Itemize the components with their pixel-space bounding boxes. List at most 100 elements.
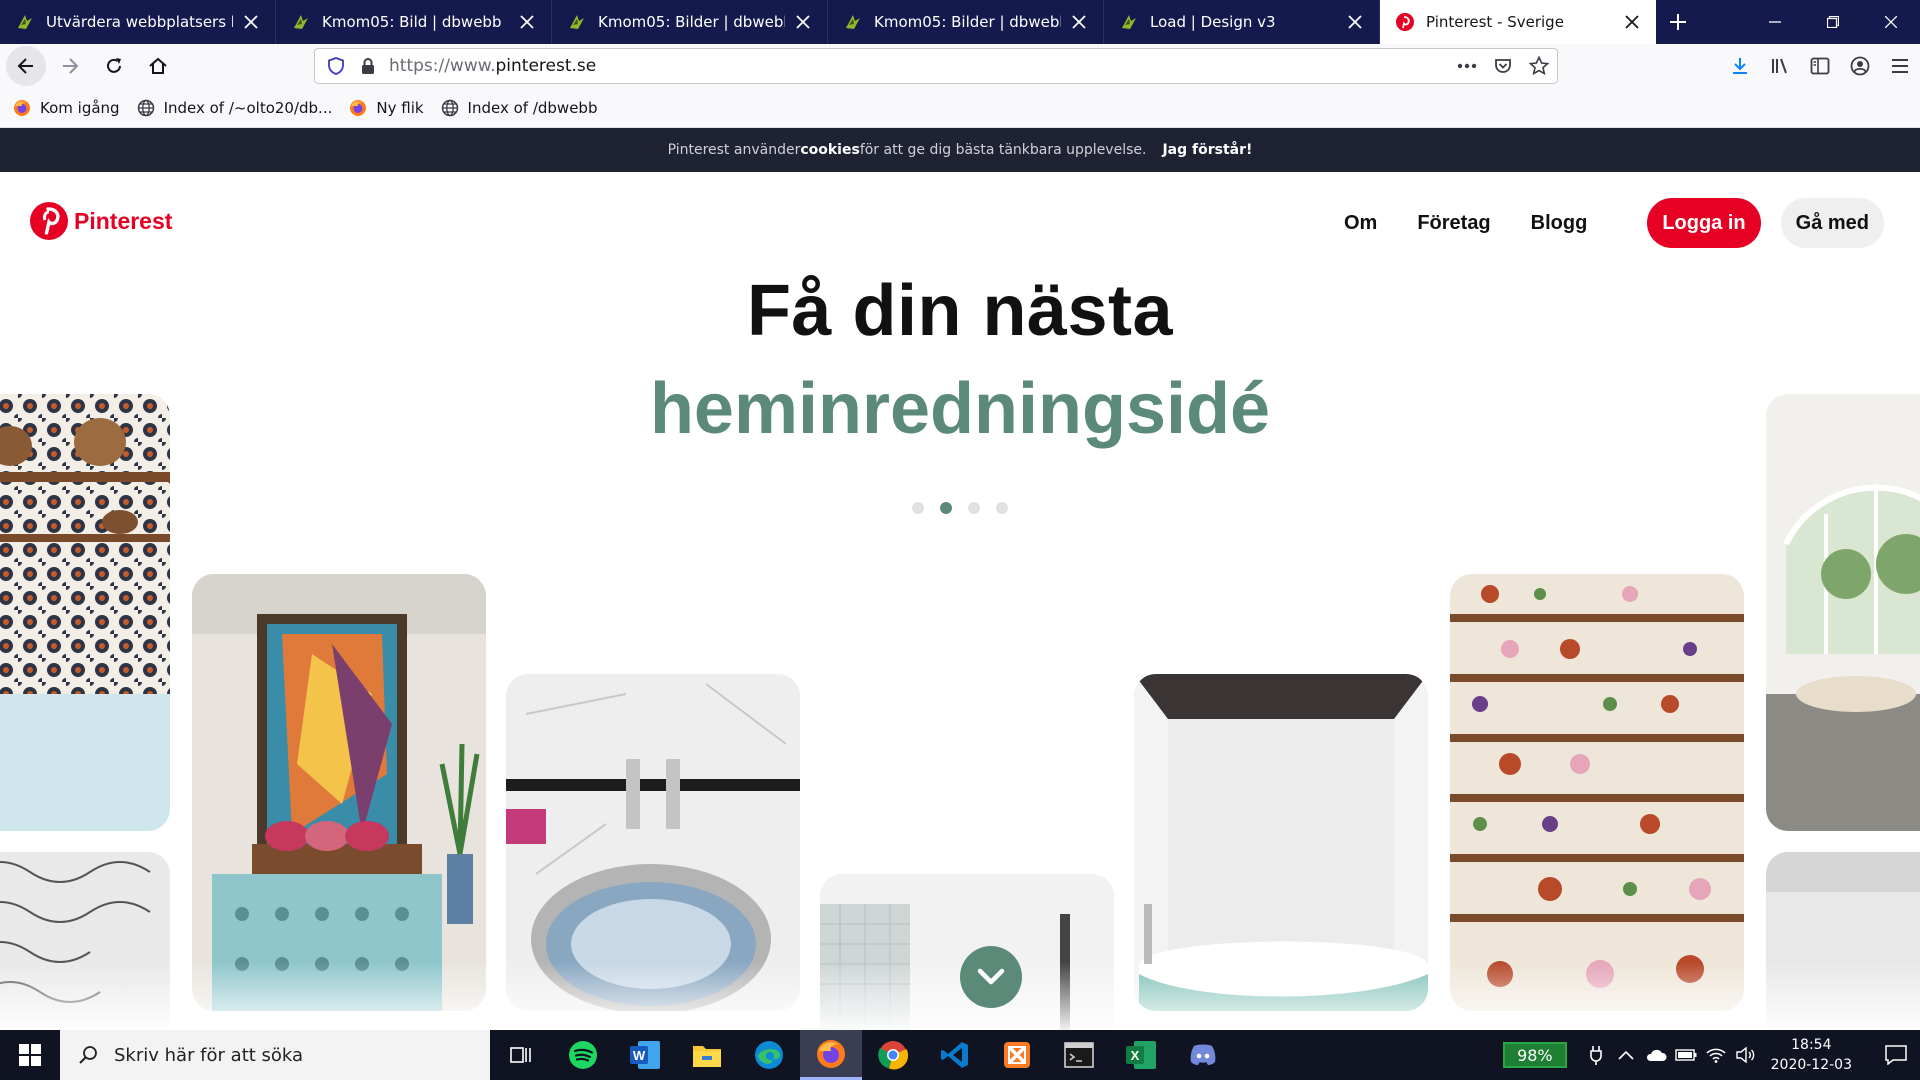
bookmark-label: Kom igång bbox=[40, 98, 120, 117]
minimize-button[interactable] bbox=[1746, 0, 1804, 44]
globe-icon bbox=[136, 98, 156, 118]
close-tab-icon[interactable] bbox=[241, 12, 261, 32]
pinterest-logo-text: Pinterest bbox=[74, 207, 173, 234]
tracking-protection-icon[interactable] bbox=[319, 57, 353, 75]
sidebar-icon[interactable] bbox=[1800, 48, 1840, 84]
reload-button[interactable] bbox=[94, 48, 134, 84]
dbwebb-favicon-icon bbox=[290, 11, 312, 33]
cookie-text: Pinterest använder bbox=[667, 142, 801, 158]
arrow-right-icon bbox=[63, 58, 79, 74]
pocket-icon[interactable] bbox=[1485, 57, 1521, 75]
back-button[interactable] bbox=[6, 46, 46, 86]
nav-blog-link[interactable]: Blogg bbox=[1531, 212, 1588, 235]
bookmark-item[interactable]: Kom igång bbox=[12, 98, 120, 118]
pinterest-favicon-icon bbox=[1394, 11, 1416, 33]
chrome-icon[interactable] bbox=[862, 1030, 924, 1080]
file-explorer-icon[interactable] bbox=[676, 1030, 738, 1080]
chevron-up-icon[interactable] bbox=[1611, 1050, 1641, 1060]
vscode-icon[interactable] bbox=[924, 1030, 986, 1080]
pinterest-header-nav: Om Företag Blogg Logga in Gå med bbox=[1344, 198, 1884, 248]
address-bar[interactable]: https://www.pinterest.se bbox=[314, 48, 1558, 84]
windows-logo-icon bbox=[19, 1044, 41, 1066]
task-view-icon[interactable] bbox=[490, 1030, 552, 1080]
menu-icon[interactable] bbox=[1880, 48, 1920, 84]
browser-tab[interactable]: Kmom05: Bild | dbwebb bbox=[276, 0, 552, 44]
bookmark-item[interactable]: Ny flik bbox=[348, 98, 424, 118]
cookie-link[interactable]: cookies bbox=[800, 142, 859, 158]
close-window-button[interactable] bbox=[1862, 0, 1920, 44]
browser-tab-active[interactable]: Pinterest - Sverige bbox=[1380, 0, 1656, 44]
carousel-dot[interactable] bbox=[996, 502, 1008, 514]
browser-tab[interactable]: Kmom05: Bilder | dbwebb bbox=[828, 0, 1104, 44]
bookmarks-bar: Kom igång Index of /~olto20/db... Ny fli… bbox=[0, 88, 1920, 128]
scroll-down-button[interactable] bbox=[960, 946, 1022, 1008]
pin-image-bedroom[interactable] bbox=[192, 574, 486, 1011]
library-icon[interactable] bbox=[1760, 48, 1800, 84]
power-plug-icon[interactable] bbox=[1581, 1045, 1611, 1065]
wifi-icon[interactable] bbox=[1701, 1047, 1731, 1063]
home-button[interactable] bbox=[138, 48, 178, 84]
carousel-dot[interactable] bbox=[912, 502, 924, 514]
signup-button[interactable]: Gå med bbox=[1780, 198, 1884, 248]
firefox-taskbar-icon[interactable] bbox=[800, 1030, 862, 1080]
browser-tab[interactable]: Load | Design v3 bbox=[1104, 0, 1380, 44]
search-icon bbox=[78, 1045, 98, 1065]
pinterest-logo[interactable]: Pinterest bbox=[30, 202, 172, 240]
close-tab-icon[interactable] bbox=[1069, 12, 1089, 32]
edge-icon[interactable] bbox=[738, 1030, 800, 1080]
bookmark-label: Ny flik bbox=[376, 98, 424, 117]
nav-business-link[interactable]: Företag bbox=[1417, 212, 1490, 235]
pin-image-arched-window[interactable] bbox=[1766, 394, 1920, 831]
bookmark-item[interactable]: Index of /dbwebb bbox=[440, 98, 597, 118]
close-tab-icon[interactable] bbox=[1622, 12, 1642, 32]
page-actions-icon[interactable] bbox=[1449, 63, 1485, 69]
browser-tab[interactable]: Utvärdera webbplatsers laddn bbox=[0, 0, 276, 44]
cookie-accept-button[interactable]: Jag förstår! bbox=[1162, 142, 1252, 158]
pin-image-sink[interactable] bbox=[506, 674, 800, 1011]
excel-icon[interactable]: X bbox=[1110, 1030, 1172, 1080]
volume-icon[interactable] bbox=[1731, 1047, 1761, 1063]
globe-icon bbox=[440, 98, 460, 118]
lock-icon[interactable] bbox=[353, 57, 383, 75]
notification-center-icon[interactable] bbox=[1872, 1045, 1920, 1065]
svg-text:X: X bbox=[1131, 1048, 1140, 1063]
battery-indicator[interactable]: 98% bbox=[1503, 1042, 1567, 1068]
downloads-icon[interactable] bbox=[1720, 48, 1760, 84]
browser-tab[interactable]: Kmom05: Bilder | dbwebb bbox=[552, 0, 828, 44]
nav-about-link[interactable]: Om bbox=[1344, 212, 1377, 235]
account-icon[interactable] bbox=[1840, 48, 1880, 84]
restore-button[interactable] bbox=[1804, 0, 1862, 44]
url-text[interactable]: https://www.pinterest.se bbox=[389, 56, 1449, 76]
close-tab-icon[interactable] bbox=[517, 12, 537, 32]
cookie-text-rest: för att ge dig bästa tänkbara upplevelse… bbox=[859, 142, 1147, 158]
bookmark-star-icon[interactable] bbox=[1521, 56, 1557, 76]
cloud-icon[interactable] bbox=[1641, 1048, 1671, 1062]
carousel-dot-active[interactable] bbox=[940, 502, 952, 514]
pin-image-kitchen-tiles[interactable] bbox=[0, 394, 170, 831]
start-button[interactable] bbox=[0, 1030, 60, 1080]
hero-subheadline: heminredningsidé bbox=[649, 369, 1271, 449]
dbwebb-favicon-icon bbox=[1118, 11, 1140, 33]
login-button[interactable]: Logga in bbox=[1647, 198, 1761, 248]
battery-icon[interactable] bbox=[1671, 1049, 1701, 1061]
dbwebb-favicon-icon bbox=[14, 11, 36, 33]
word-icon[interactable]: W bbox=[614, 1030, 676, 1080]
pinterest-logo-icon bbox=[30, 202, 68, 240]
bookmark-item[interactable]: Index of /~olto20/db... bbox=[136, 98, 332, 118]
pin-image-bathtub[interactable] bbox=[1134, 674, 1428, 1011]
close-tab-icon[interactable] bbox=[793, 12, 813, 32]
carousel-dot[interactable] bbox=[968, 502, 980, 514]
discord-icon[interactable] bbox=[1172, 1030, 1234, 1080]
cookie-banner: Pinterest använder cookies för att ge di… bbox=[0, 128, 1920, 172]
new-tab-button[interactable] bbox=[1656, 0, 1700, 44]
pin-image-floral-stairs[interactable] bbox=[1450, 574, 1744, 1011]
spotify-icon[interactable] bbox=[552, 1030, 614, 1080]
terminal-icon[interactable] bbox=[1048, 1030, 1110, 1080]
close-tab-icon[interactable] bbox=[1345, 12, 1365, 32]
firefox-icon bbox=[348, 98, 368, 118]
xampp-icon[interactable] bbox=[986, 1030, 1048, 1080]
taskbar-search-box[interactable]: Skriv här för att söka bbox=[60, 1030, 490, 1080]
taskbar-clock[interactable]: 18:54 2020-12-03 bbox=[1771, 1035, 1852, 1075]
clock-date: 2020-12-03 bbox=[1770, 1057, 1852, 1073]
forward-button[interactable] bbox=[50, 48, 90, 84]
